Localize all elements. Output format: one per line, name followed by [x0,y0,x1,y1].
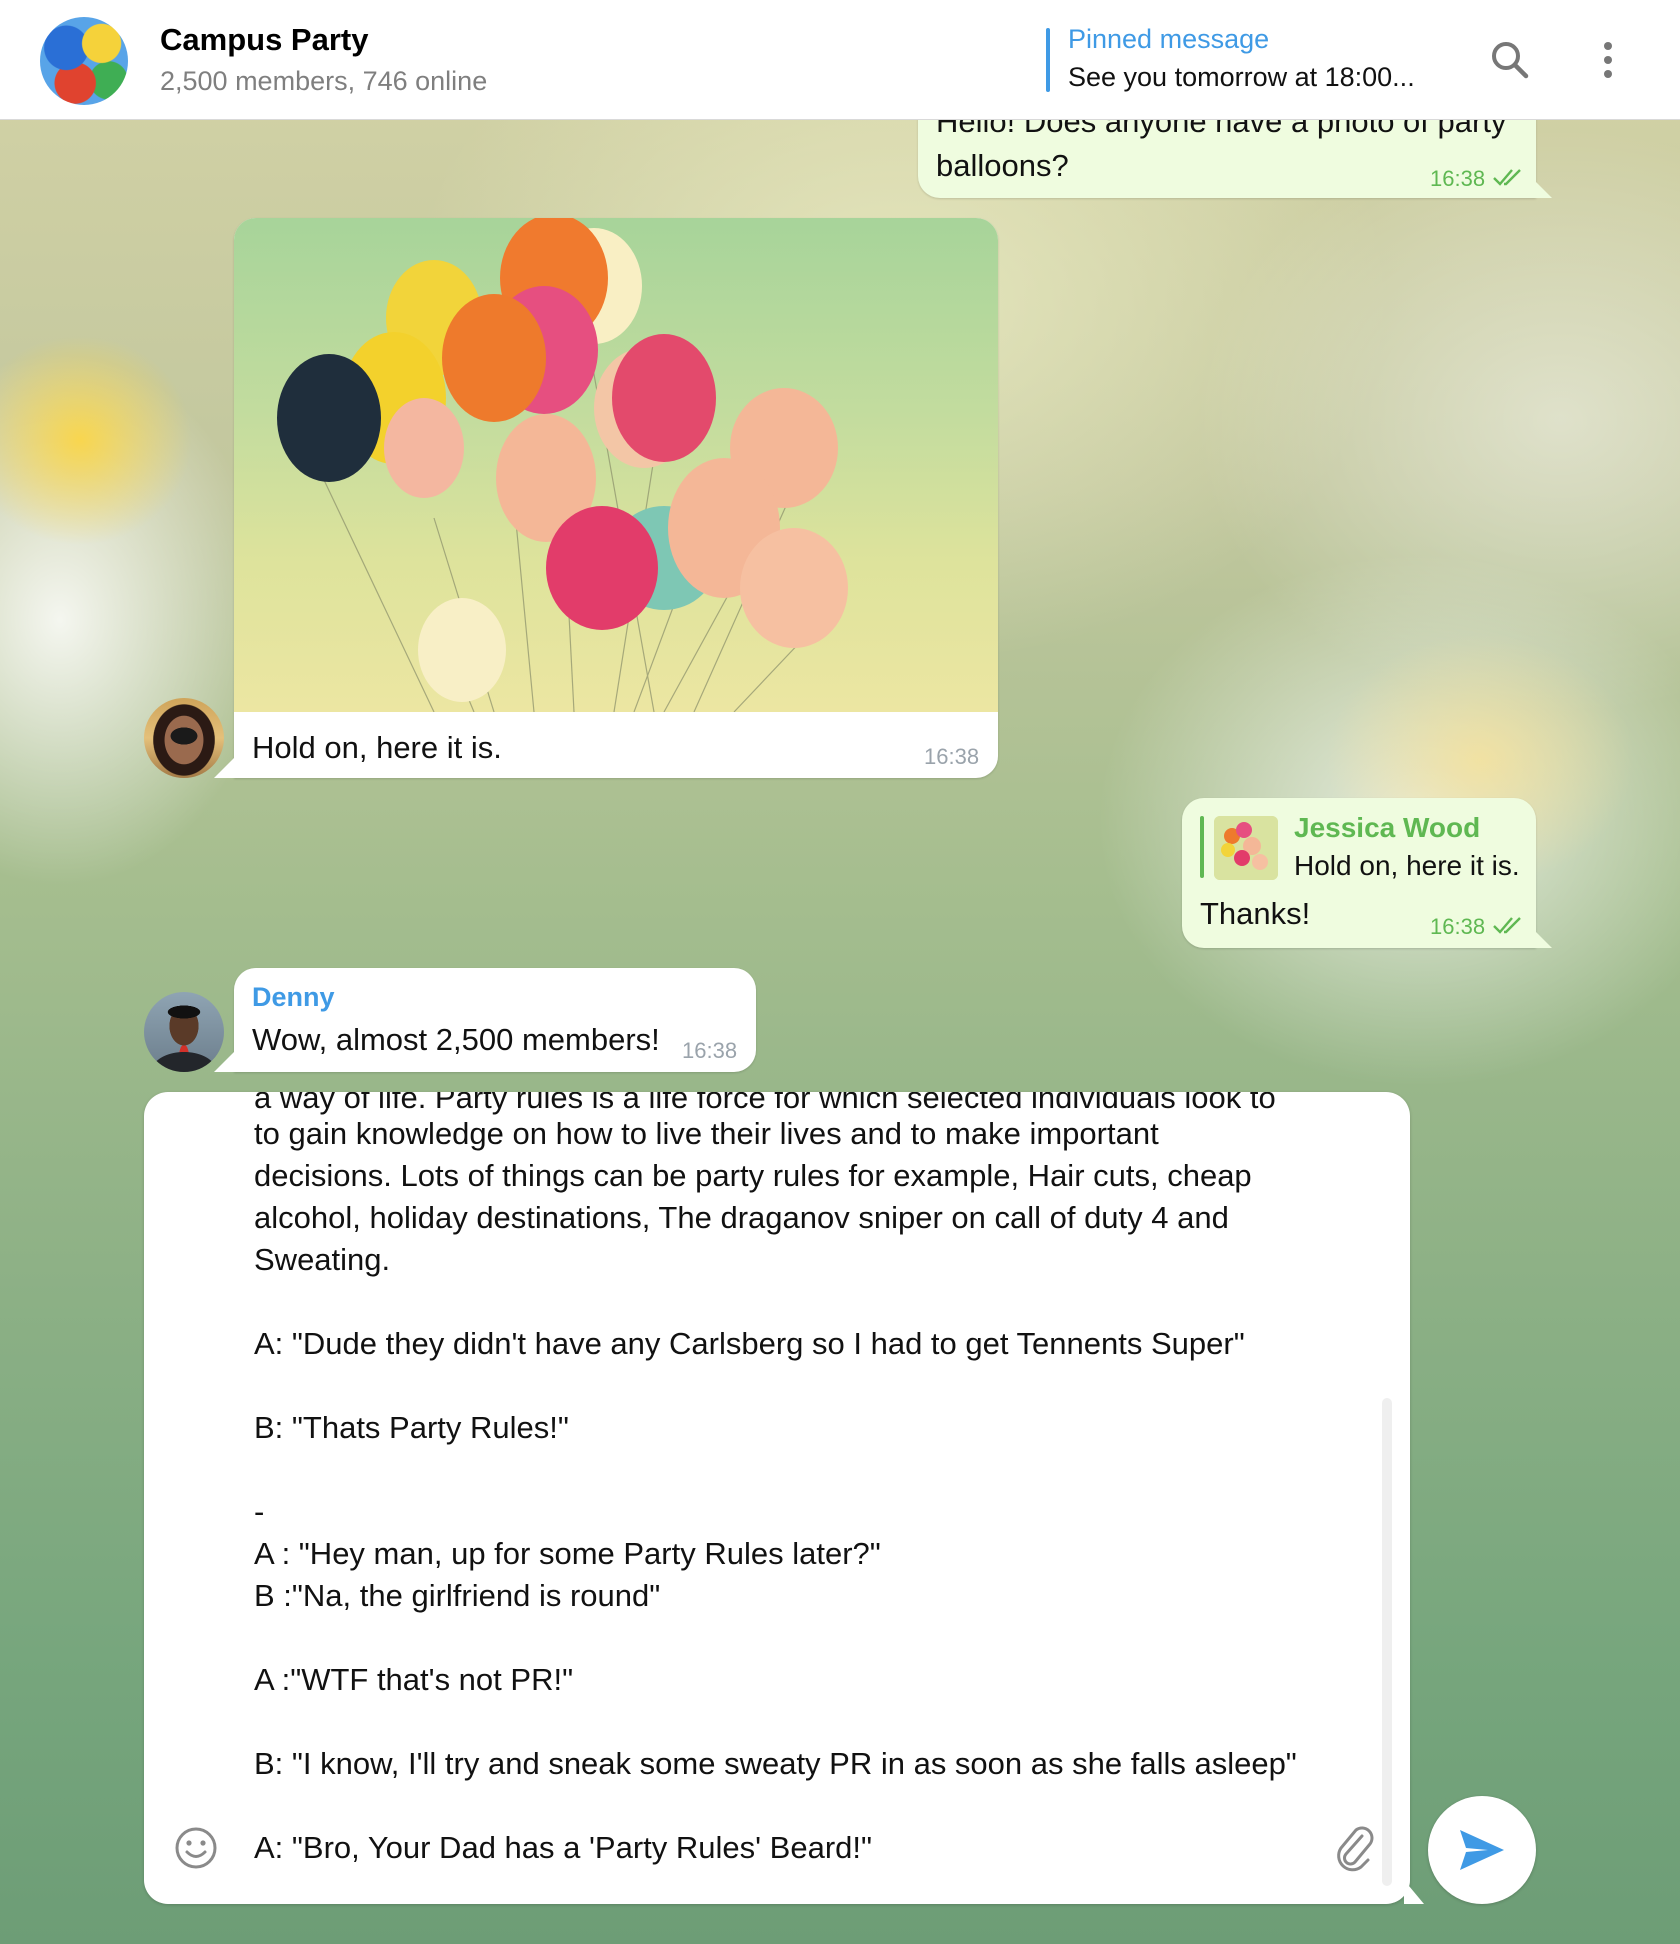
reply-text: Hold on, here it is. [1294,850,1520,881]
double-check-icon [1493,917,1521,934]
reply-sender-name: Jessica Wood [1294,812,1481,843]
message-text: balloons? [936,148,1069,183]
message-outgoing-reply[interactable]: Jessica Wood Hold on, here it is. Thanks… [1182,798,1536,948]
message-time: 16:38 [682,1038,738,1063]
message-composer[interactable]: a way of life. Party rules is a life for… [144,1092,1410,1904]
avatar-denny[interactable] [144,992,224,1072]
chat-header: Campus Party 2,500 members, 746 online P… [0,0,1680,120]
composer-text-line[interactable]: - [254,1494,264,1530]
composer-text-line[interactable]: B: "I know, I'll try and sneak some swea… [254,1746,1297,1782]
group-members-status: 2,500 members, 746 online [160,66,488,96]
composer-text-line[interactable]: decisions. Lots of things can be party r… [254,1158,1252,1194]
group-avatar[interactable] [40,17,128,105]
message-text: Wow, almost 2,500 members! [252,1022,660,1057]
double-check-icon [1493,169,1521,186]
composer-scrollbar[interactable] [1382,1398,1392,1886]
send-button[interactable] [1428,1796,1536,1904]
composer-text-line[interactable]: Sweating. [254,1242,390,1278]
pinned-message-text: See you tomorrow at 18:00... [1068,62,1415,92]
composer-text-line[interactable]: A: "Dude they didn't have any Carlsberg … [254,1326,1245,1362]
group-name[interactable]: Campus Party [160,22,368,58]
reply-accent-bar [1200,816,1204,878]
emoji-icon[interactable] [174,1826,218,1870]
message-time: 16:38 [1430,166,1486,191]
more-vertical-icon[interactable] [1584,36,1632,84]
composer-text-line[interactable]: A: "Bro, Your Dad has a 'Party Rules' Be… [254,1830,872,1866]
composer-text-line[interactable]: A : "Hey man, up for some Party Rules la… [254,1536,881,1572]
message-time: 16:38 [924,744,980,769]
composer-text-line[interactable]: a way of life. Party rules is a life for… [254,1092,1276,1116]
composer-text-line[interactable]: B :"Na, the girlfriend is round" [254,1578,660,1614]
search-icon[interactable] [1486,36,1534,84]
reply-thumbnail [1214,816,1278,880]
composer-text-line[interactable]: to gain knowledge on how to live their l… [254,1116,1159,1152]
pinned-accent-bar [1046,28,1050,92]
balloons-image [277,218,848,712]
message-time: 16:38 [1430,914,1486,939]
send-icon [1460,1830,1504,1870]
composer-text-line[interactable]: A :"WTF that's not PR!" [254,1662,573,1698]
message-text: Thanks! [1200,896,1311,931]
pinned-message-title: Pinned message [1068,24,1270,54]
message-incoming[interactable]: Denny Wow, almost 2,500 members! 16:38 [234,968,756,1072]
paperclip-icon[interactable] [1332,1822,1376,1872]
composer-text-line[interactable]: alcohol, holiday destinations, The draga… [254,1200,1229,1236]
balloons-photo[interactable] [234,218,998,712]
photo-caption: Hold on, here it is. [252,730,502,765]
avatar-jessica-wood[interactable] [144,698,224,778]
message-incoming-photo[interactable]: Hold on, here it is. 16:38 [234,218,998,778]
composer-text-line[interactable]: B: "Thats Party Rules!" [254,1410,569,1446]
sender-name[interactable]: Denny [252,982,335,1013]
